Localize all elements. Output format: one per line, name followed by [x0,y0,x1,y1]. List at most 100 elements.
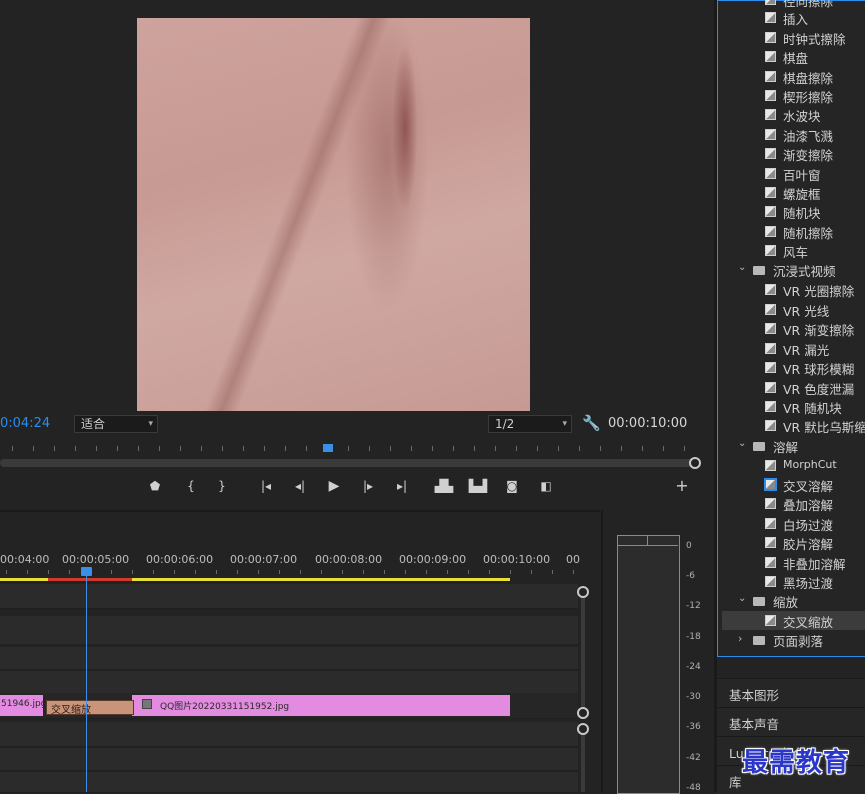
video-clip-left[interactable]: 51946.jpg [0,695,47,716]
step-forward-icon[interactable]: |▸ [357,477,379,495]
effect-item[interactable]: VR 渐变擦除 [717,319,865,338]
effect-item[interactable]: 渐变擦除 [717,144,865,163]
watermark-text: 最需教育 [742,748,851,778]
add-marker-icon[interactable]: ⬟ [144,477,166,495]
play-icon[interactable]: ▶ [323,477,345,495]
ruler-tick [132,570,133,574]
ruler-tick [642,446,643,451]
effect-item[interactable]: 黑场过渡 [717,572,865,591]
effect-item[interactable]: 棋盘擦除 [717,67,865,86]
effect-item[interactable]: 插入 [717,8,865,27]
effect-item[interactable]: VR 默比乌斯缩放 [717,416,865,435]
effect-item[interactable]: VR 球形模糊 [717,358,865,377]
vertical-scrollbar[interactable] [581,730,585,792]
panel-essential-sound[interactable]: 基本声音 [717,707,865,736]
comparison-view-icon[interactable]: ◧ [535,477,557,495]
ruler-tick [579,446,580,451]
ruler-tick [195,570,196,574]
transition-icon [765,168,776,179]
transition-icon [765,401,776,412]
ruler-tick [243,446,244,451]
add-button-icon[interactable]: + [671,477,693,495]
mark-out-icon[interactable]: } [211,477,233,495]
video-preview-frame [137,18,530,411]
effect-item[interactable]: VR 漏光 [717,339,865,358]
go-to-in-icon[interactable]: |◂ [255,477,277,495]
effect-item[interactable]: 棋盘 [717,47,865,66]
video-clip-right[interactable]: QQ图片20220331151952.jpg [132,695,510,716]
effect-item-selected[interactable]: 交叉缩放 [722,611,865,630]
effect-item[interactable]: 螺旋框 [717,183,865,202]
effect-item[interactable]: VR 随机块 [717,397,865,416]
effect-item[interactable]: 胶片溶解 [717,533,865,552]
ruler-tick [111,570,112,574]
fit-dropdown[interactable]: 适合 ▾ [74,415,158,433]
extract-icon[interactable]: ▙▟ [467,477,489,495]
ruler-tick [516,446,517,451]
ruler-tick [405,570,406,574]
folder-page-peel[interactable]: › 页面剥落 [717,631,865,650]
panel-essential-graphics[interactable]: 基本图形 [717,678,865,707]
effect-item[interactable]: 随机块 [717,202,865,221]
transition-icon [765,0,776,5]
scroll-handle[interactable] [577,586,589,598]
chevron-right-icon[interactable]: › [738,632,742,645]
transition-icon [765,557,776,568]
effect-item[interactable]: 水波块 [717,105,865,124]
chevron-down-icon[interactable]: ⌄ [738,438,746,449]
transition-icon [765,206,776,217]
effect-item[interactable]: MorphCut [717,456,865,475]
effect-item[interactable]: 白场过渡 [717,514,865,533]
ruler-tick [27,570,28,574]
effect-item[interactable]: 非叠加溶解 [717,553,865,572]
chevron-down-icon[interactable]: ⌄ [738,593,746,604]
meter-separator [647,535,648,545]
camera-icon[interactable]: ◙ [501,477,523,495]
effect-item[interactable]: 油漆飞溅 [717,125,865,144]
scroll-handle[interactable] [577,723,589,735]
timeline-playhead-line[interactable] [86,574,87,792]
ruler-tick [69,570,70,574]
transition-clip[interactable]: 交叉缩放 [46,700,134,716]
resolution-dropdown[interactable]: 1/2 ▾ [488,415,572,433]
effect-item[interactable]: VR 色度泄漏 [717,378,865,397]
folder-immersive-video[interactable]: ⌄ 沉浸式视频 [717,261,865,280]
ruler-tick [201,446,202,451]
panel-divider [601,510,603,792]
effect-item[interactable]: 叠加溶解 [717,494,865,513]
wrench-icon[interactable]: 🔧 [582,414,601,432]
zoom-handle[interactable] [689,457,701,469]
ruler-tick [12,446,13,451]
transition-icon [765,187,776,198]
duration-timecode: 00:00:10:00 [608,416,688,431]
timeline-playhead-handle[interactable] [81,567,92,576]
chevron-down-icon[interactable]: ⌄ [738,262,746,273]
effect-item[interactable]: 百叶窗 [717,164,865,183]
effect-item[interactable]: VR 光圈擦除 [717,280,865,299]
scroll-handle[interactable] [577,707,589,719]
go-to-out-icon[interactable]: ▸| [391,477,413,495]
monitor-zoom-scrollbar[interactable] [0,459,700,467]
folder-dissolve[interactable]: ⌄ 溶解 [717,437,865,456]
effect-item[interactable]: 随机擦除 [717,222,865,241]
clip-name: 51946.jpg [1,699,47,709]
vertical-scrollbar[interactable] [581,592,585,712]
current-timecode[interactable]: 0:04:24 [0,416,50,431]
db-label: -30 [686,692,701,702]
mark-in-icon[interactable]: { [180,477,202,495]
step-back-icon[interactable]: ◂| [289,477,311,495]
time-label: 00:00:06:00 [146,553,214,566]
effect-item[interactable]: 交叉溶解 [717,475,865,494]
folder-icon [753,636,765,645]
ruler-tick [411,446,412,451]
folder-zoom[interactable]: ⌄ 缩放 [717,592,865,611]
monitor-playhead[interactable] [323,444,333,452]
monitor-time-ruler[interactable] [0,440,700,458]
lift-icon[interactable]: ▟▙ [433,477,455,495]
effect-item[interactable]: 风车 [717,241,865,260]
effect-item[interactable]: VR 光线 [717,300,865,319]
db-label: 0 [686,541,692,551]
ruler-tick [174,570,175,574]
effect-item[interactable]: 楔形擦除 [717,86,865,105]
effect-item[interactable]: 时钟式擦除 [717,28,865,47]
